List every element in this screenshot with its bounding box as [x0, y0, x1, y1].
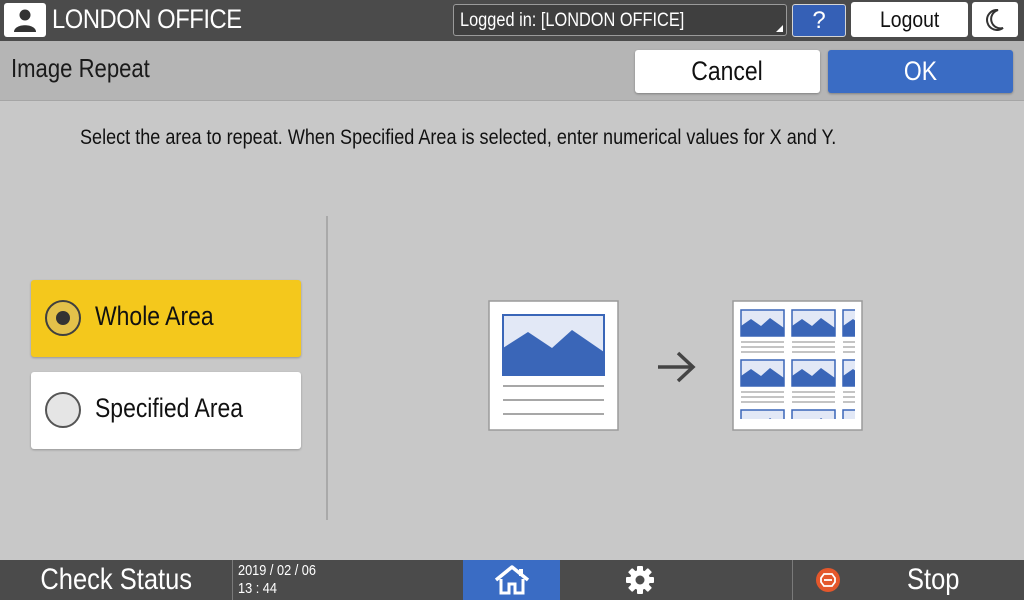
main-panel: Select the area to repeat. When Specifie…	[0, 102, 1024, 560]
gear-icon	[626, 566, 654, 594]
time-text: 13 : 44	[238, 580, 277, 597]
date-text: 2019 / 02 / 06	[238, 562, 316, 579]
image-repeat-illustration	[488, 300, 863, 431]
dropdown-corner-icon	[776, 25, 783, 32]
single-image-page-icon	[488, 300, 619, 431]
home-icon	[494, 565, 530, 595]
vertical-divider	[326, 216, 328, 520]
specified-area-label: Specified Area	[95, 393, 244, 423]
moon-icon	[986, 9, 1004, 31]
ok-label: OK	[903, 56, 938, 86]
screen-header: Image Repeat Cancel OK	[0, 41, 1024, 101]
night-mode-button[interactable]	[972, 2, 1018, 37]
cancel-label: Cancel	[691, 56, 764, 86]
date-time-display: 2019 / 02 / 06 13 : 44	[232, 560, 463, 600]
top-bar: LONDON OFFICE Logged in: [LONDON OFFICE]…	[0, 0, 1024, 41]
user-icon[interactable]	[4, 3, 46, 37]
login-status-text: Logged in: [LONDON OFFICE]	[460, 10, 685, 31]
office-name: LONDON OFFICE	[52, 4, 242, 34]
instruction-text: Select the area to repeat. When Specifie…	[80, 126, 837, 149]
logout-button[interactable]: Logout	[851, 2, 968, 37]
repeated-image-page-icon	[732, 300, 863, 431]
arrow-right-icon	[658, 351, 696, 383]
radio-unselected-icon	[45, 392, 81, 428]
stop-icon	[816, 568, 840, 592]
settings-button[interactable]	[560, 560, 792, 600]
bottom-bar: Check Status 2019 / 02 / 06 13 : 44 Stop	[0, 560, 1024, 600]
check-status-button[interactable]: Check Status	[0, 560, 232, 600]
login-status-dropdown[interactable]: Logged in: [LONDON OFFICE]	[453, 4, 787, 36]
specified-area-option[interactable]: Specified Area	[31, 372, 301, 449]
home-button[interactable]	[463, 560, 560, 600]
ok-button[interactable]: OK	[828, 50, 1013, 93]
help-button[interactable]: ?	[792, 4, 846, 37]
check-status-label: Check Status	[40, 563, 192, 596]
cancel-button[interactable]: Cancel	[635, 50, 820, 93]
stop-label: Stop	[907, 563, 960, 596]
stop-button[interactable]: Stop	[792, 560, 1024, 600]
logout-label: Logout	[879, 7, 940, 32]
radio-selected-icon	[45, 300, 81, 336]
whole-area-option[interactable]: Whole Area	[31, 280, 301, 357]
whole-area-label: Whole Area	[95, 301, 214, 331]
page-title: Image Repeat	[11, 53, 150, 83]
